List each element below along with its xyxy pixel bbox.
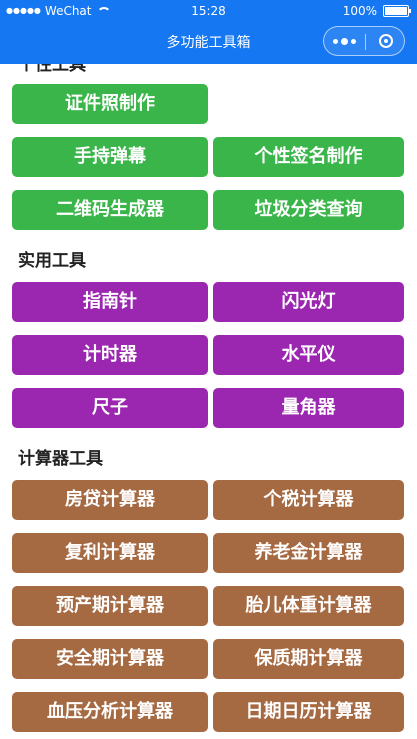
close-button[interactable] xyxy=(366,27,405,55)
tool-button-shelf-life[interactable]: 保质期计算器 xyxy=(213,639,404,679)
tool-button-timer[interactable]: 计时器 xyxy=(12,335,208,375)
tool-button-garbage-sort[interactable]: 垃圾分类查询 xyxy=(213,190,404,230)
tool-button-fetal-weight[interactable]: 胎儿体重计算器 xyxy=(213,586,404,626)
section-title-practical: 实用工具 xyxy=(18,251,86,271)
tool-button-date-calendar[interactable]: 日期日历计算器 xyxy=(213,692,404,732)
nav-bar: ●●●●● WeChat 15:28 100% 多功能工具箱 xyxy=(0,0,417,64)
target-icon xyxy=(378,34,393,48)
battery-percent: 100% xyxy=(342,4,377,18)
dot-icon xyxy=(333,38,338,44)
tool-button-flashlight[interactable]: 闪光灯 xyxy=(213,282,404,322)
battery-icon xyxy=(383,5,411,17)
tool-button-income-tax[interactable]: 个税计算器 xyxy=(213,480,404,520)
tool-button-pension[interactable]: 养老金计算器 xyxy=(213,533,404,573)
tool-button-mortgage[interactable]: 房贷计算器 xyxy=(12,480,208,520)
tool-button-id-photo[interactable]: 证件照制作 xyxy=(12,84,208,124)
status-right: 100% xyxy=(342,0,411,22)
menu-capsule xyxy=(323,26,405,56)
tool-button-signature[interactable]: 个性签名制作 xyxy=(213,137,404,177)
section-title-calculators: 计算器工具 xyxy=(18,449,103,469)
tool-button-safe-period[interactable]: 安全期计算器 xyxy=(12,639,208,679)
tool-button-ruler[interactable]: 尺子 xyxy=(12,388,208,428)
tool-button-handheld-barrage[interactable]: 手持弹幕 xyxy=(12,137,208,177)
tool-button-protractor[interactable]: 量角器 xyxy=(213,388,404,428)
section-title-personal: 个性工具 xyxy=(18,64,86,75)
status-bar: ●●●●● WeChat 15:28 100% xyxy=(0,0,417,22)
more-button[interactable] xyxy=(324,27,365,55)
tool-button-blood-pressure[interactable]: 血压分析计算器 xyxy=(12,692,208,732)
tool-button-compound-interest[interactable]: 复利计算器 xyxy=(12,533,208,573)
tool-button-due-date[interactable]: 预产期计算器 xyxy=(12,586,208,626)
tool-list[interactable]: 个性工具 证件照制作 手持弹幕 个性签名制作 二维码生成器 垃圾分类查询 实用工… xyxy=(0,64,417,739)
tool-button-qrcode[interactable]: 二维码生成器 xyxy=(12,190,208,230)
tool-button-compass[interactable]: 指南针 xyxy=(12,282,208,322)
dot-icon xyxy=(351,38,356,44)
dot-icon xyxy=(341,37,348,45)
tool-button-level[interactable]: 水平仪 xyxy=(213,335,404,375)
